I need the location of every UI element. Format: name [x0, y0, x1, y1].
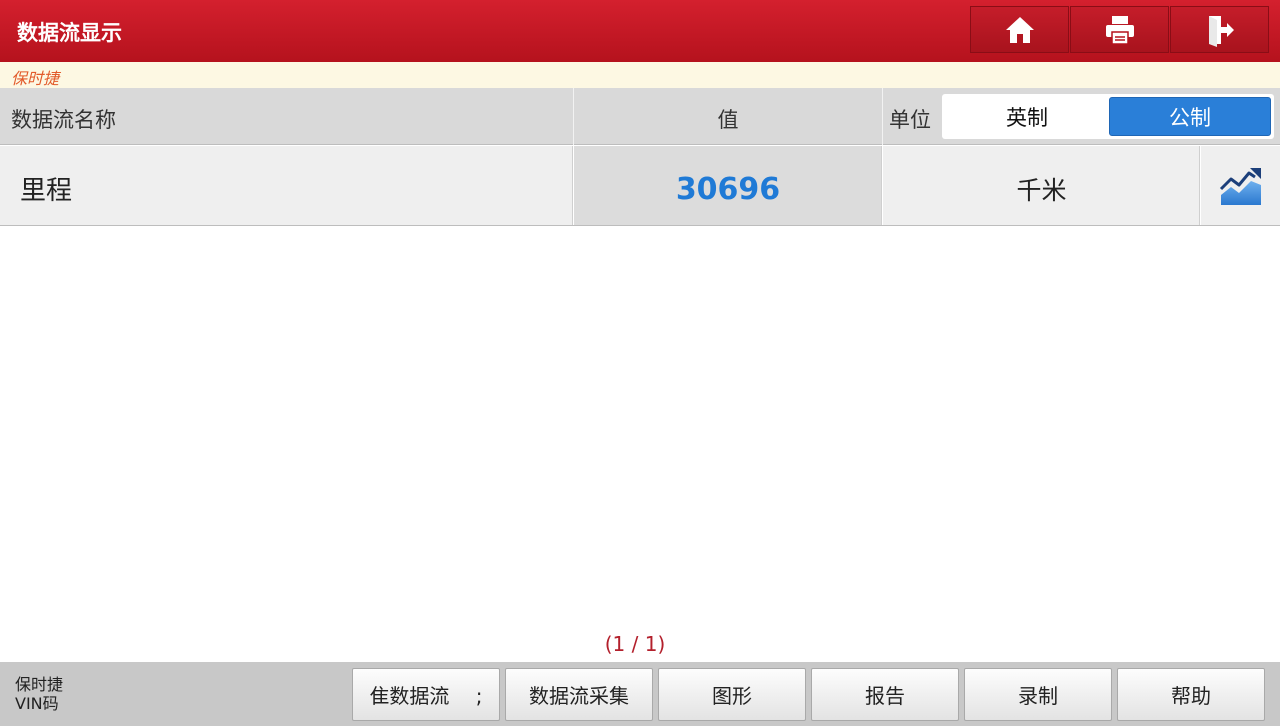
graph-toggle-button[interactable]: [1201, 146, 1280, 225]
unit-toggle: 英制 公制: [942, 94, 1274, 139]
graph-button[interactable]: 图形: [658, 668, 806, 721]
vehicle-name: 保时捷: [15, 675, 64, 694]
page-title: 数据流显示: [17, 21, 122, 45]
column-divider: [882, 88, 883, 145]
report-button[interactable]: 报告: [811, 668, 959, 721]
row-unit-cell: 千米: [883, 146, 1200, 225]
column-header-value: 值: [717, 108, 739, 132]
brand-label: 保时捷: [11, 69, 60, 88]
column-header-name: 数据流名称: [11, 108, 116, 132]
row-value: 30696: [675, 172, 781, 207]
row-unit: 千米: [1016, 176, 1067, 205]
row-name-cell: 里程: [0, 146, 573, 225]
page-indicator: (1 / 1): [604, 632, 666, 656]
exit-icon: [1208, 15, 1234, 47]
home-icon: [1005, 16, 1034, 43]
print-icon: [1105, 15, 1134, 45]
app-window: 数据流显示 保时捷 数据流名称 值 单位 英制 公制 里程 30696 千米 (…: [0, 0, 1280, 726]
home-button[interactable]: [970, 6, 1069, 53]
title-bar: 数据流显示: [0, 0, 1280, 62]
help-button[interactable]: 帮助: [1117, 668, 1265, 721]
trend-chart-icon: [1219, 167, 1261, 205]
record-button[interactable]: 录制: [964, 668, 1112, 721]
unit-metric-option[interactable]: 公制: [1109, 97, 1271, 136]
vehicle-info: 保时捷 VIN码: [15, 675, 63, 713]
unit-imperial-option[interactable]: 英制: [946, 97, 1108, 136]
table-row[interactable]: 里程 30696 千米: [0, 146, 1280, 226]
select-datastream-button[interactable]: 隹数据流 ;: [352, 668, 500, 721]
vin-label: VIN码: [15, 694, 59, 713]
row-name: 里程: [20, 176, 73, 206]
column-header-unit: 单位: [889, 108, 931, 132]
footer-bar: 保时捷 VIN码 隹数据流 ; 数据流采集 图形 报告 录制 帮助: [0, 662, 1280, 726]
row-value-cell: 30696: [574, 146, 882, 225]
print-button[interactable]: [1070, 6, 1169, 53]
exit-button[interactable]: [1170, 6, 1269, 53]
datastream-capture-button[interactable]: 数据流采集: [505, 668, 653, 721]
brand-strip: 保时捷: [0, 62, 1280, 88]
